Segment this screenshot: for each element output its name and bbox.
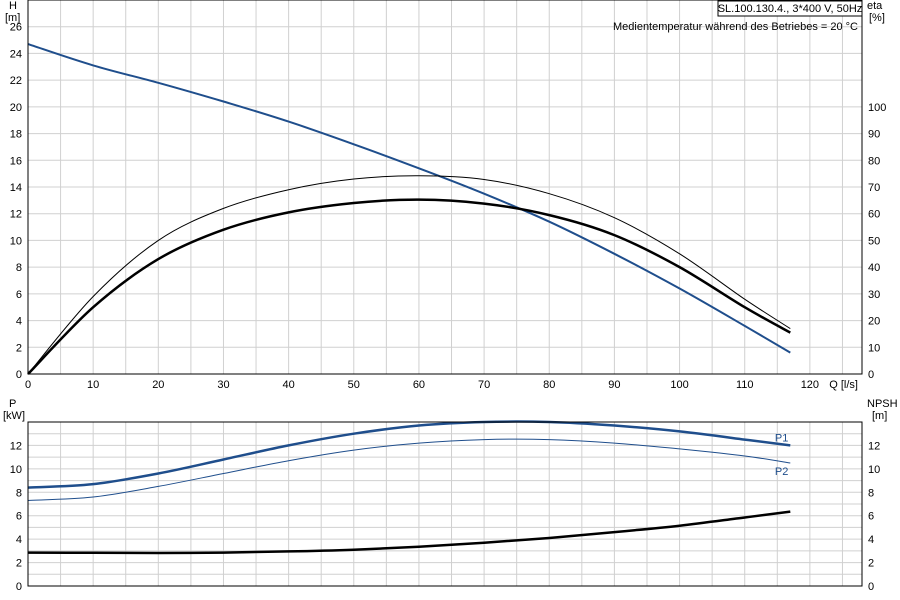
- p-tick-label: 0: [16, 581, 22, 593]
- efficiency-curve: [27, 175, 791, 375]
- p-tick-label: 10: [10, 464, 22, 476]
- axis-labels: H[m]eta[%]Q [l/s]P[kW]NPSH[m]: [3, 0, 898, 422]
- x-tick-label: 90: [608, 379, 620, 391]
- npsh-tick-label: 12: [868, 440, 880, 452]
- head-curve: [27, 43, 791, 354]
- x-tick-label: 100: [670, 379, 688, 391]
- panel-frames: [27, 0, 863, 587]
- y-left-tick-label: 6: [16, 289, 22, 301]
- y-right-tick-label: 30: [868, 289, 880, 301]
- series-label-p1: P1: [775, 432, 788, 444]
- x-tick-label: 0: [25, 379, 31, 391]
- y-right-tick-label: 20: [868, 316, 880, 328]
- p-axis-unit: [kW]: [3, 410, 25, 422]
- p-tick-label: 2: [16, 558, 22, 570]
- npsh-axis-unit: [m]: [872, 410, 887, 422]
- x-tick-label: 50: [348, 379, 360, 391]
- header-text: SL.100.130.4., 3*400 V, 50Hz: [718, 3, 863, 15]
- x-tick-label: 10: [87, 379, 99, 391]
- y-left-tick-label: 8: [16, 262, 22, 274]
- npsh-tick-label: 10: [868, 464, 880, 476]
- p-tick-label: 4: [16, 534, 22, 546]
- y-left-tick-label: 22: [10, 75, 22, 87]
- npsh-axis-label: NPSH: [867, 398, 898, 410]
- y-left-tick-label: 12: [10, 209, 22, 221]
- y-right-tick-label: 90: [868, 129, 880, 141]
- grid-lines: [28, 0, 862, 586]
- y-right-tick-label: 40: [868, 262, 880, 274]
- y-left-tick-label: 10: [10, 235, 22, 247]
- series-label-p2: P2: [775, 466, 788, 478]
- y-right-tick-label: 0: [868, 369, 874, 381]
- p1-curve: [27, 420, 791, 489]
- tick-labels: 0 10 20 30 40 50 60 70 80 90 100 110 120024681012141…: [10, 22, 887, 593]
- npsh-tick-label: 8: [868, 487, 874, 499]
- y-right-tick-label: 60: [868, 209, 880, 221]
- npsh-tick-label: 0: [868, 581, 874, 593]
- y-left-unit: [m]: [5, 12, 20, 24]
- y-right-tick-label: 50: [868, 235, 880, 247]
- x-tick-label: 110: [736, 379, 754, 391]
- x-tick-label: 80: [543, 379, 555, 391]
- y-right-tick-label: 70: [868, 182, 880, 194]
- x-tick-label: 120: [801, 379, 819, 391]
- y-left-tick-label: 20: [10, 102, 22, 114]
- y-left-tick-label: 0: [16, 369, 22, 381]
- pump-performance-chart: P1P2 0 10 20 30 40 50 60 70 80 90 100 110 1200246810…: [3, 0, 898, 593]
- npsh-tick-label: 6: [868, 511, 874, 523]
- x-tick-label: 70: [478, 379, 490, 391]
- npsh-tick-label: 2: [868, 558, 874, 570]
- p-tick-label: 8: [16, 487, 22, 499]
- y-right-label: eta: [867, 0, 883, 12]
- y-right-tick-label: 80: [868, 155, 880, 167]
- p-tick-label: 12: [10, 440, 22, 452]
- x-tick-label: 60: [413, 379, 425, 391]
- y-left-tick-label: 14: [10, 182, 22, 194]
- y-right-tick-label: 10: [868, 342, 880, 354]
- y-left-tick-label: 18: [10, 129, 22, 141]
- y-left-label: H: [9, 0, 17, 12]
- y-right-tick-label: 100: [868, 102, 886, 114]
- y-left-tick-label: 16: [10, 155, 22, 167]
- y-right-unit: [%]: [869, 12, 885, 24]
- x-axis-label: Q [l/s]: [829, 379, 858, 391]
- y-left-tick-label: 4: [16, 316, 22, 328]
- npsh-tick-label: 4: [868, 534, 874, 546]
- y-left-tick-label: 24: [10, 48, 22, 60]
- y-left-tick-label: 2: [16, 342, 22, 354]
- p-tick-label: 6: [16, 511, 22, 523]
- temperature-note: Medientemperatur während des Betriebes =…: [613, 21, 858, 33]
- x-tick-label: 20: [152, 379, 164, 391]
- x-tick-label: 40: [283, 379, 295, 391]
- p-axis-label: P: [9, 398, 16, 410]
- curves: P1 P2: [27, 43, 791, 555]
- x-tick-label: 30: [217, 379, 229, 391]
- npsh-curve: [27, 510, 791, 555]
- p2-curve: [27, 438, 791, 501]
